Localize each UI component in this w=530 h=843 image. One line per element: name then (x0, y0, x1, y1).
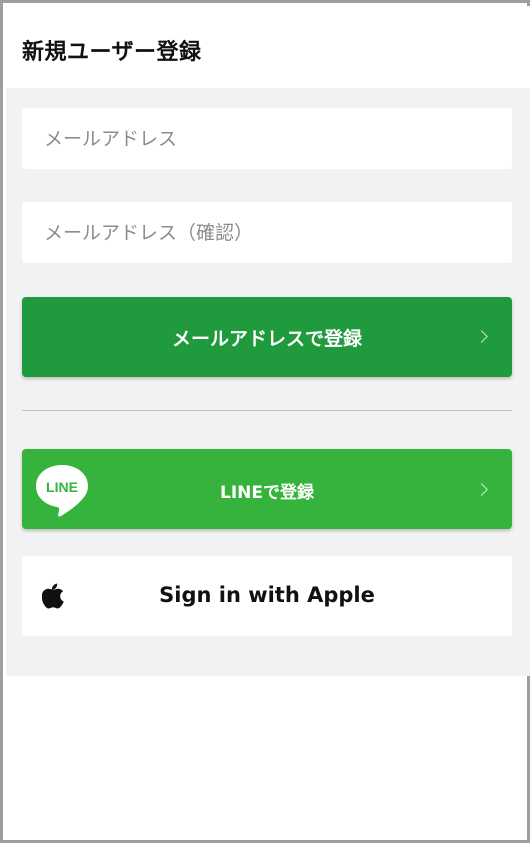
divider (22, 410, 512, 411)
header: 新規ユーザー登録 (6, 6, 530, 88)
register-with-email-button[interactable]: メールアドレスで登録 (22, 297, 512, 377)
registration-content: メールアドレスで登録 LINE LINEで登録 Sign in with App… (6, 88, 530, 676)
sign-in-with-apple-button[interactable]: Sign in with Apple (22, 556, 512, 636)
sign-in-with-apple-label: Sign in with Apple (159, 583, 375, 607)
page-title: 新規ユーザー登録 (22, 40, 202, 65)
register-with-email-label: メールアドレスで登録 (171, 328, 362, 350)
screen-frame: 新規ユーザー登録 メールアドレスで登録 LINE LINEで登録 (0, 0, 530, 843)
email-confirm-field-container (22, 202, 512, 263)
email-field-container (22, 108, 512, 169)
email-confirm-input[interactable] (22, 202, 512, 263)
email-input[interactable] (22, 108, 512, 169)
register-with-line-button[interactable]: LINE LINEで登録 (22, 449, 512, 529)
register-with-line-label: LINEで登録 (220, 483, 314, 503)
